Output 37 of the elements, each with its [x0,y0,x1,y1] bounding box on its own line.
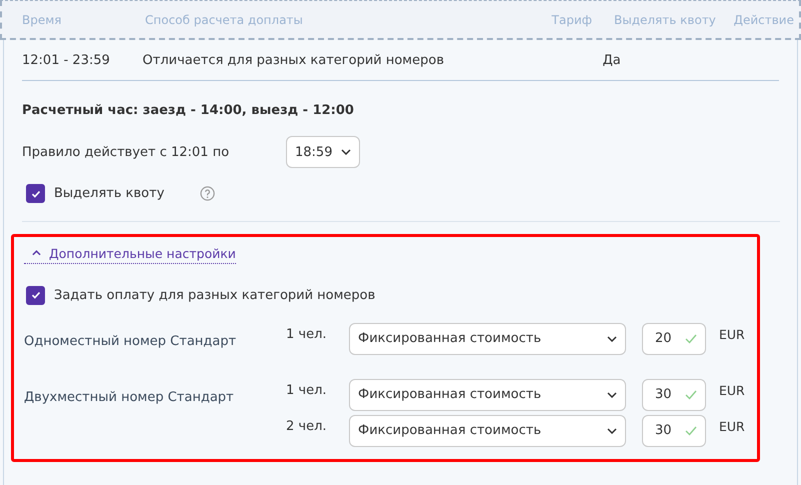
caret-icon [32,250,41,256]
quota-checkbox[interactable] [26,184,45,203]
chevron-down-icon [607,336,617,342]
quota-label: Выделять квоту [54,186,164,201]
chevron-down-icon [607,392,617,398]
persons-label: 2 чел. [286,419,328,434]
rule-label: Правило действует с 12:01 по [22,144,230,160]
category-pricing-checkbox[interactable] [26,286,45,304]
method-select[interactable]: Фиксированная стоимость [349,322,626,354]
column-header: Время [22,12,63,26]
method-select[interactable]: Фиксированная стоимость [349,414,626,446]
checkmark-icon [30,289,42,301]
table-cell-text: 12:01 - 23:59 [22,52,111,68]
method-select[interactable]: Фиксированная стоимость [349,378,626,410]
checkout-time-title: Расчетный час: заезд - 14:00, выезд - 12:00 [22,103,355,118]
time-select[interactable]: 18:59 [286,136,360,168]
currency-label: EUR [719,383,745,398]
column-header: Тариф [550,12,593,26]
chevron-down-icon [607,428,617,434]
help-icon[interactable] [200,186,216,201]
table-cell-text: Отличается для разных категорий номеров [142,52,445,68]
category-pricing-label: Задать оплату для разных категорий номеров [54,288,376,302]
currency-label: EUR [719,419,745,434]
room-category-name: Двухместный номер Стандарт [24,390,235,404]
amount-field[interactable]: 20 [642,322,706,354]
table-cell-text: Да [602,52,622,68]
advanced-settings-toggle[interactable]: Дополнительные настройки [24,246,236,264]
amount-field[interactable]: 30 [642,414,706,446]
persons-label: 1 чел. [286,327,328,342]
currency-label: EUR [719,327,745,342]
column-header: Выделять квоту [613,12,717,26]
column-header: Способ расчета доплаты [145,12,304,26]
persons-label: 1 чел. [286,383,328,398]
column-header: Действие [732,12,794,26]
chevron-down-icon [341,149,351,155]
room-category-name: Одноместный номер Стандарт [24,334,238,348]
amount-field[interactable]: 30 [642,378,706,410]
